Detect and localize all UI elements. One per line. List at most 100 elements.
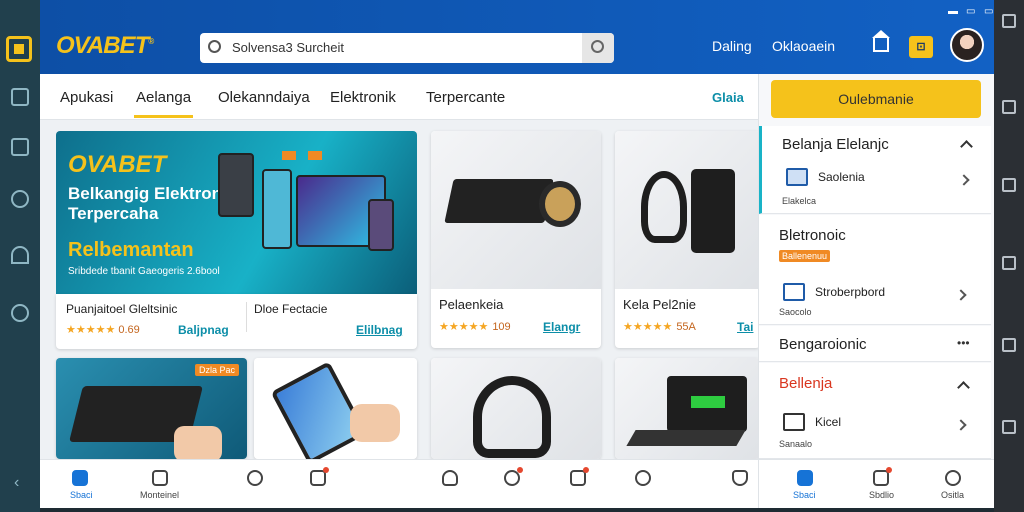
brand-logo[interactable]: OVABET® — [56, 32, 154, 60]
product-rating: ★★★★★ 109 — [439, 321, 511, 333]
phone-image — [218, 153, 254, 217]
status-badge: Ballenenuu — [779, 250, 831, 262]
right-bottom-nav: Sbaci Sbdlio Ositla — [758, 459, 994, 508]
speaker-image — [691, 169, 735, 253]
home-icon[interactable] — [872, 30, 890, 52]
search-input[interactable]: Solvensa3 Surcheit — [232, 40, 344, 55]
product-card[interactable] — [431, 358, 601, 459]
tab-terpercante[interactable]: Terpercante — [426, 89, 505, 106]
header-link-oklaoaein[interactable]: Oklaoaein — [772, 38, 835, 54]
avatar[interactable] — [950, 28, 984, 62]
nav-store[interactable] — [150, 468, 170, 488]
store-icon — [152, 470, 168, 486]
link-icon[interactable] — [11, 246, 29, 264]
nav-profile[interactable] — [943, 468, 963, 488]
header-link-daling[interactable]: Daling — [712, 38, 752, 54]
product-title: Kela Pel2nie — [623, 297, 696, 312]
laptop-base-image — [626, 430, 746, 446]
tabs-more-link[interactable]: Glaia — [712, 90, 744, 105]
nav-home[interactable] — [795, 468, 815, 488]
square-icon[interactable] — [11, 138, 29, 156]
chevron-up-icon[interactable] — [960, 140, 973, 153]
section-subtext: Sanaalo — [779, 439, 813, 449]
laptop-icon — [783, 413, 805, 431]
cart-icon[interactable]: ⊡ — [909, 36, 933, 58]
product-card[interactable] — [254, 358, 417, 459]
minimize-button[interactable]: ▬ — [948, 6, 958, 17]
nav-label: Sbaci — [70, 490, 93, 500]
hero-product-buy-2[interactable]: Elilbnag — [356, 323, 403, 337]
section-item[interactable]: Saolenia — [818, 170, 865, 184]
headphones-image — [473, 376, 551, 458]
phone-image — [368, 199, 394, 251]
share-icon — [247, 470, 263, 486]
tool-icon[interactable] — [1002, 100, 1016, 114]
product-card[interactable]: Dzla Pac — [56, 358, 247, 459]
tab-elektronik[interactable]: Elektronik — [330, 89, 396, 106]
product-card[interactable]: Pelaenkeia ★★★★★ 109 Elangr — [431, 131, 601, 348]
top-bar: ▬ ▭ ▭ OVABET® Solvensa3 Surcheit Daling … — [40, 0, 994, 74]
nav-home[interactable] — [70, 468, 90, 488]
frame-icon[interactable] — [1002, 338, 1016, 352]
frame-icon[interactable] — [1002, 420, 1016, 434]
product-title: Pelaenkeia — [439, 297, 504, 312]
compass-icon[interactable] — [11, 304, 29, 322]
hero-banner[interactable]: OVABET Belkangig Elektronik Terpercaha R… — [56, 131, 417, 294]
section-title: Bengaroionic — [779, 336, 867, 353]
nav-store[interactable] — [871, 467, 892, 488]
panel-section-4: Bellenja Kicel Sanaalo — [759, 363, 991, 459]
nav-inbox[interactable] — [568, 467, 589, 488]
divider — [246, 302, 247, 332]
sticker-icon — [282, 151, 296, 160]
cta-button[interactable]: Oulebmanie — [771, 80, 981, 118]
search-button[interactable] — [582, 33, 614, 63]
nav-label: Ositla — [941, 490, 965, 500]
hero-product-rating: ★★★★★ 0.69 — [66, 324, 140, 336]
headphones-image — [431, 358, 601, 459]
nav-search[interactable] — [633, 468, 653, 488]
home-icon — [72, 470, 88, 486]
app-window: ▬ ▭ ▭ OVABET® Solvensa3 Surcheit Daling … — [40, 0, 994, 508]
expand-icon[interactable] — [1002, 178, 1016, 192]
notification-dot — [886, 467, 892, 473]
nav-shield[interactable] — [730, 468, 750, 488]
nav-messages[interactable] — [308, 467, 329, 488]
hero-product-buy[interactable]: Baljpnag — [178, 323, 229, 337]
section-item[interactable]: Stroberpbord — [815, 285, 885, 299]
tab-apukasi[interactable]: Apukasi — [60, 89, 113, 106]
nav-share[interactable] — [245, 468, 265, 488]
search-icon — [208, 40, 221, 53]
tab-olekanndaiya[interactable]: Olekanndaiya — [218, 89, 310, 106]
chevron-up-icon[interactable] — [957, 381, 970, 394]
app-logo-icon[interactable] — [6, 36, 32, 62]
section-subtext: Saocolo — [779, 307, 812, 317]
notification-dot — [517, 467, 523, 473]
tab-aelanga[interactable]: Aelanga — [133, 89, 194, 118]
product-card[interactable] — [615, 358, 760, 459]
user-icon[interactable] — [11, 190, 29, 208]
heart-icon — [442, 470, 458, 486]
frame-icon[interactable] — [1002, 256, 1016, 270]
hero-product-title-2[interactable]: Dloe Fectacie — [254, 302, 327, 316]
minimize-icon[interactable] — [1002, 14, 1016, 28]
product-buy-link[interactable]: Elangr — [543, 320, 580, 334]
maximize-button[interactable]: ▭ — [966, 6, 975, 17]
nav-chat[interactable] — [502, 467, 523, 488]
back-arrow-icon[interactable]: ‹ — [14, 474, 19, 492]
chevron-right-icon[interactable] — [958, 174, 970, 186]
nav-favorites[interactable] — [440, 468, 460, 488]
headphones-image — [539, 181, 581, 227]
chevron-right-icon[interactable] — [955, 419, 967, 431]
device-icon — [783, 283, 805, 301]
more-icon[interactable]: ••• — [957, 336, 970, 350]
window-icon[interactable] — [11, 88, 29, 106]
section-item[interactable]: Kicel — [815, 415, 841, 429]
search-icon — [591, 40, 604, 53]
chevron-right-icon[interactable] — [955, 289, 967, 301]
search-bar[interactable]: Solvensa3 Surcheit — [200, 33, 614, 63]
product-buy-link[interactable]: Tai — [737, 320, 753, 334]
product-card[interactable]: Kela Pel2nie ★★★★★ 55A Tai — [615, 131, 760, 348]
close-button[interactable]: ▭ — [984, 6, 993, 17]
phone-image — [262, 169, 292, 249]
hero-product-title[interactable]: Puanjaitoel Gleltsinic — [66, 302, 177, 316]
